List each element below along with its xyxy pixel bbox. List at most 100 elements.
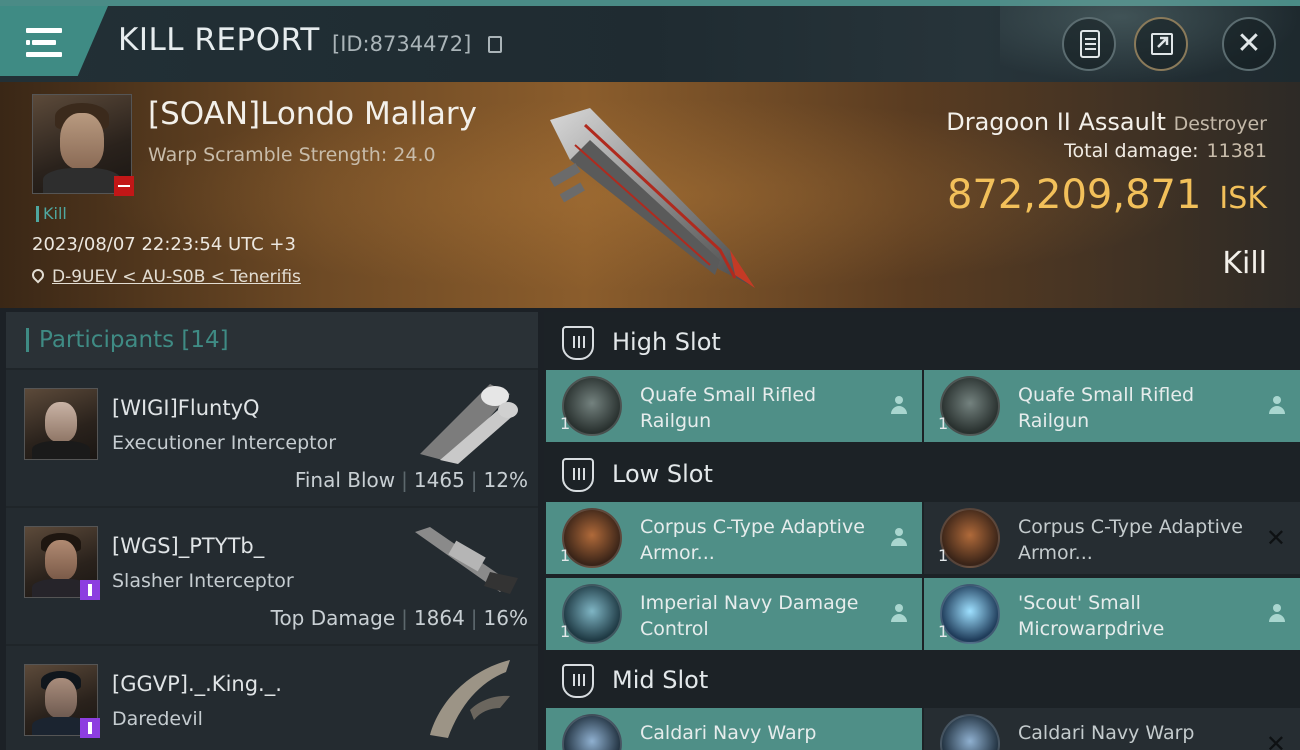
participant-avatar[interactable] bbox=[24, 388, 98, 460]
railgun-icon bbox=[562, 376, 622, 436]
railgun-icon bbox=[940, 376, 1000, 436]
dropped-person-icon bbox=[1268, 604, 1286, 624]
module-quantity: 1 bbox=[560, 546, 571, 565]
victim-ship-image bbox=[549, 108, 755, 288]
ship-name-text: Dragoon II Assault bbox=[946, 108, 1166, 136]
location-pin-icon bbox=[29, 266, 47, 284]
participant-name[interactable]: [WGS]_PTYTb_ bbox=[112, 534, 264, 558]
module-item[interactable]: 1 Quafe Small Rifled Railgun bbox=[546, 370, 922, 442]
corp-badge bbox=[80, 580, 100, 600]
participant-name[interactable]: [GGVP]._.King._. bbox=[112, 672, 282, 696]
module-quantity: 1 bbox=[938, 414, 949, 433]
victim-name[interactable]: [SOAN]Londo Mallary bbox=[148, 96, 477, 132]
mid-slot-header: Mid Slot bbox=[544, 652, 1300, 708]
module-item[interactable]: 1 Caldari Navy Warp ✕ bbox=[924, 708, 1300, 750]
mid-slot-icon bbox=[562, 664, 594, 698]
location-link[interactable]: D-9UEV < AU-S0B < Tenerifis bbox=[52, 267, 301, 287]
clipboard-icon bbox=[1080, 30, 1100, 58]
close-icon: ✕ bbox=[1236, 26, 1262, 61]
participant-percent: 12% bbox=[483, 468, 528, 492]
copy-icon[interactable] bbox=[488, 36, 502, 53]
high-slot-title: High Slot bbox=[612, 328, 721, 356]
dropped-person-icon bbox=[890, 528, 908, 548]
warp-disruptor-icon bbox=[940, 714, 1000, 750]
module-name: Caldari Navy Warp bbox=[640, 722, 817, 744]
participant-stats: Final Blow | 1465 | 12% bbox=[294, 468, 528, 492]
participant-name[interactable]: [WIGI]FluntyQ bbox=[112, 396, 260, 420]
participant-ship: Daredevil bbox=[112, 708, 203, 730]
dropped-person-icon bbox=[890, 604, 908, 624]
module-name: Corpus C-Type Adaptive Armor... bbox=[1018, 516, 1243, 564]
page-title: KILL REPORT bbox=[118, 22, 320, 58]
module-quantity: 1 bbox=[560, 622, 571, 641]
participant-row[interactable]: [WGS]_PTYTb_ Slasher Interceptor Top Dam… bbox=[6, 508, 538, 644]
low-slot-header: Low Slot bbox=[544, 446, 1300, 502]
participant-damage: 1465 bbox=[413, 468, 465, 492]
dropped-person-icon bbox=[890, 396, 908, 416]
module-quantity: 1 bbox=[560, 414, 571, 433]
security-status-badge bbox=[114, 176, 134, 196]
armor-hardener-icon bbox=[940, 508, 1000, 568]
participant-ship: Executioner Interceptor bbox=[112, 432, 337, 454]
isk-value: 872,209,871 ISK bbox=[947, 172, 1267, 218]
close-button[interactable]: ✕ bbox=[1222, 17, 1276, 71]
clipboard-button[interactable] bbox=[1062, 17, 1116, 71]
participant-role: Final Blow bbox=[294, 468, 396, 492]
participants-header[interactable]: Participants [14] bbox=[6, 312, 538, 368]
module-item[interactable]: 1 Quafe Small Rifled Railgun bbox=[924, 370, 1300, 442]
high-slot-header: High Slot bbox=[544, 314, 1300, 370]
microwarpdrive-icon bbox=[940, 584, 1000, 644]
participant-row[interactable]: [WIGI]FluntyQ Executioner Interceptor Fi… bbox=[6, 370, 538, 506]
module-item[interactable]: 1 'Scout' Small Microwarpdrive bbox=[924, 578, 1300, 650]
participant-damage: 1864 bbox=[413, 606, 465, 630]
module-item[interactable]: 1 Corpus C-Type Adaptive Armor... ✕ bbox=[924, 502, 1300, 574]
participant-role: Top Damage bbox=[270, 606, 396, 630]
dropped-person-icon bbox=[1268, 396, 1286, 416]
participant-row[interactable]: [GGVP]._.King._. Daredevil bbox=[6, 646, 538, 750]
module-quantity: 1 bbox=[938, 622, 949, 641]
module-name: Corpus C-Type Adaptive Armor... bbox=[640, 516, 865, 564]
menu-icon bbox=[26, 28, 62, 58]
report-id: [ID:8734472] bbox=[332, 32, 472, 56]
corp-badge bbox=[80, 718, 100, 738]
low-slot-title: Low Slot bbox=[612, 460, 713, 488]
module-name: Caldari Navy Warp bbox=[1018, 722, 1195, 744]
armor-hardener-icon bbox=[562, 508, 622, 568]
high-slot-icon bbox=[562, 326, 594, 360]
participants-panel: Participants [14] [WIGI]FluntyQ Executio… bbox=[6, 312, 538, 750]
participants-count: [14] bbox=[181, 327, 229, 353]
total-damage-value: 11381 bbox=[1206, 140, 1267, 162]
module-item[interactable]: 1 Imperial Navy Damage Control bbox=[546, 578, 922, 650]
module-item[interactable]: 1 Caldari Navy Warp bbox=[546, 708, 922, 750]
fitting-panel: High Slot 1 Quafe Small Rifled Railgun 1… bbox=[544, 312, 1300, 750]
participant-ship-image bbox=[420, 384, 518, 464]
low-slot-icon bbox=[562, 458, 594, 492]
damage-control-icon bbox=[562, 584, 622, 644]
share-button[interactable] bbox=[1134, 17, 1188, 71]
menu-button[interactable] bbox=[0, 6, 108, 76]
module-name: 'Scout' Small Microwarpdrive bbox=[1018, 592, 1165, 640]
victim-ship-name[interactable]: Dragoon II Assault Destroyer bbox=[946, 108, 1267, 136]
module-name: Quafe Small Rifled Railgun bbox=[640, 384, 817, 432]
total-damage-label: Total damage: bbox=[1064, 140, 1199, 162]
kill-report-header: KILL REPORT [ID:8734472] ✕ bbox=[0, 0, 1300, 84]
kill-location[interactable]: D-9UEV < AU-S0B < Tenerifis bbox=[29, 266, 301, 287]
total-damage: Total damage: 11381 bbox=[1064, 140, 1267, 162]
kill-result: Kill bbox=[1222, 246, 1267, 281]
kill-timestamp: 2023/08/07 22:23:54 UTC +3 bbox=[32, 234, 296, 255]
warp-scramble-strength: Warp Scramble Strength: 24.0 bbox=[148, 144, 436, 166]
destroyed-icon: ✕ bbox=[1265, 524, 1286, 552]
isk-amount: 872,209,871 bbox=[946, 172, 1202, 218]
kill-tag: Kill bbox=[36, 206, 67, 222]
participant-ship-image bbox=[430, 660, 510, 738]
participant-ship-image bbox=[415, 527, 518, 594]
participant-ship: Slasher Interceptor bbox=[112, 570, 294, 592]
ship-class: Destroyer bbox=[1173, 113, 1267, 135]
participants-title: Participants [14] bbox=[26, 328, 229, 352]
participant-percent: 16% bbox=[483, 606, 528, 630]
participant-stats: Top Damage | 1864 | 16% bbox=[270, 606, 528, 630]
module-name: Imperial Navy Damage Control bbox=[640, 592, 859, 640]
warp-disruptor-icon bbox=[562, 714, 622, 750]
destroyed-icon: ✕ bbox=[1265, 730, 1286, 750]
module-item[interactable]: 1 Corpus C-Type Adaptive Armor... bbox=[546, 502, 922, 574]
